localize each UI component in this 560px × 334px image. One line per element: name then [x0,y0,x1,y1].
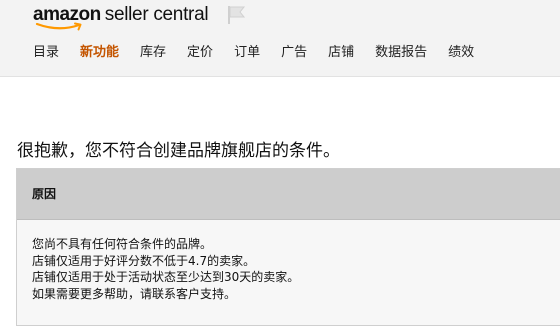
nav-item-orders[interactable]: 订单 [234,44,260,62]
top-header: amazon seller central 目录 新功能 库存 定价 订单 广告… [0,0,560,77]
reasons-panel-header: 原因 [17,169,560,220]
nav-item-advertising[interactable]: 广告 [281,44,307,62]
reasons-list: 您尚不具有任何符合条件的品牌。 店铺仅适用于好评分数不低于4.7的卖家。 店铺仅… [32,236,299,302]
page-title: 很抱歉，您不符合创建品牌旗舰店的条件。 [17,141,340,161]
nav-item-performance[interactable]: 绩效 [448,44,474,62]
reasons-heading: 原因 [32,187,57,201]
reason-item-active-days: 店铺仅适用于处于活动状态至少达到30天的卖家。 [32,270,300,284]
reason-item-contact-support: 如果需要更多帮助，请联系客户支持。 [32,286,237,301]
nav-item-pricing[interactable]: 定价 [187,44,213,62]
reason-item-no-brand: 您尚不具有任何符合条件的品牌。 [32,237,213,251]
flag-icon[interactable] [225,4,247,26]
nav-item-reports[interactable]: 数据报告 [375,44,427,62]
reason-item-rating: 店铺仅适用于好评分数不低于4.7的卖家。 [32,253,256,268]
nav-item-stores[interactable]: 店铺 [328,44,354,62]
amazon-smile-icon [35,22,82,31]
nav-item-catalog[interactable]: 目录 [33,44,59,62]
nav-item-inventory[interactable]: 库存 [140,44,166,62]
reasons-panel: 原因 您尚不具有任何符合条件的品牌。 店铺仅适用于好评分数不低于4.7的卖家。 … [16,168,560,326]
nav-item-new-features[interactable]: 新功能 [80,44,119,62]
amazon-seller-central-logo[interactable]: amazon seller central [33,4,209,32]
logo-seller-central-text: seller central [104,4,209,25]
main-nav: 目录 新功能 库存 定价 订单 广告 店铺 数据报告 绩效 [33,44,495,62]
